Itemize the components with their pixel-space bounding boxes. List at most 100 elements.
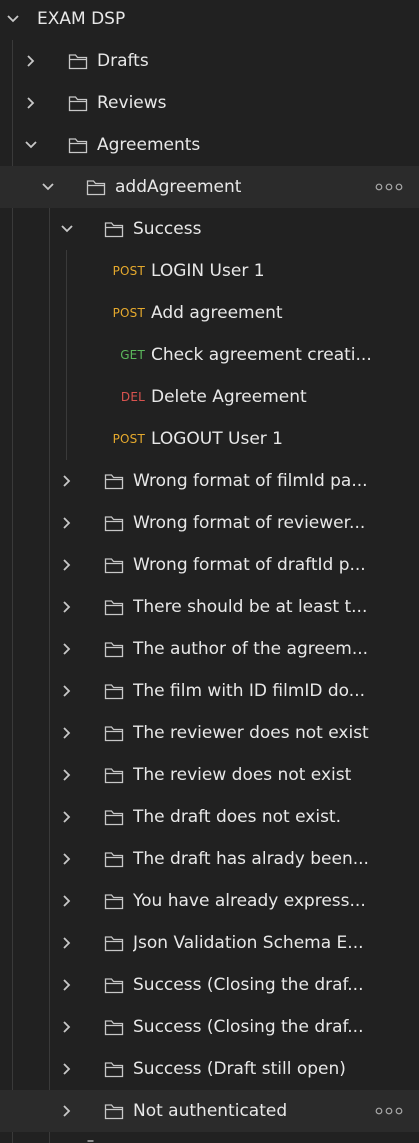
folder-icon bbox=[104, 600, 124, 616]
folder-label: Wrong format of draftId p... bbox=[133, 555, 366, 575]
chevron-down-icon[interactable] bbox=[3, 9, 23, 29]
folder-label: Success bbox=[133, 219, 202, 239]
folder-drafts[interactable]: Drafts bbox=[0, 40, 419, 82]
folder-label: Wrong format of filmId pa... bbox=[133, 471, 368, 491]
chevron-down-icon[interactable] bbox=[38, 177, 58, 197]
request-delete-agreement[interactable]: DEL Delete Agreement bbox=[0, 376, 419, 418]
chevron-right-icon[interactable] bbox=[57, 975, 77, 995]
chevron-right-icon[interactable] bbox=[57, 597, 77, 617]
collection-header[interactable]: EXAM DSP bbox=[0, 0, 419, 42]
folder-icon bbox=[104, 684, 124, 700]
chevron-right-icon[interactable] bbox=[57, 513, 77, 533]
folder-label: There should be at least t... bbox=[133, 597, 368, 617]
chevron-right-icon[interactable] bbox=[21, 51, 41, 71]
folder-icon bbox=[104, 768, 124, 784]
folder-label: You have already express... bbox=[133, 891, 366, 911]
collection-name: EXAM DSP bbox=[37, 9, 126, 29]
folder-subfolder[interactable]: The draft does not exist. bbox=[0, 796, 419, 838]
chevron-right-icon[interactable] bbox=[57, 765, 77, 785]
chevron-right-icon[interactable] bbox=[57, 1059, 77, 1079]
method-post-badge: POST bbox=[112, 306, 145, 320]
folder-success[interactable]: Success bbox=[0, 208, 419, 250]
method-post-badge: POST bbox=[112, 264, 145, 278]
request-label: Check agreement creati... bbox=[151, 345, 372, 365]
folder-subfolder[interactable]: Wrong format of draftId p... bbox=[0, 544, 419, 586]
request-check-agreement[interactable]: GET Check agreement creati... bbox=[0, 334, 419, 376]
folder-label: The film with ID filmID do... bbox=[133, 681, 365, 701]
folder-label: Success (Draft still open) bbox=[133, 1059, 346, 1079]
collection-tree: EXAM DSP Drafts Reviews Agreements addAg… bbox=[0, 0, 419, 1143]
folder-subfolder[interactable]: The reviewer does not exist bbox=[0, 712, 419, 754]
request-login-user-1[interactable]: POST LOGIN User 1 bbox=[0, 250, 419, 292]
folder-subfolder[interactable]: You have already express... bbox=[0, 880, 419, 922]
folder-subfolder[interactable]: Success (Draft still open) bbox=[0, 1048, 419, 1090]
folder-add-agreement[interactable]: addAgreement bbox=[0, 166, 419, 208]
folder-icon bbox=[104, 1020, 124, 1036]
folder-label: Agreements bbox=[97, 135, 201, 155]
folder-label: Wrong format of reviewer... bbox=[133, 513, 366, 533]
chevron-down-icon[interactable] bbox=[21, 135, 41, 155]
folder-label: Not authenticated bbox=[133, 1101, 288, 1121]
folder-icon bbox=[104, 894, 124, 910]
folder-label: Reviews bbox=[97, 93, 167, 113]
folder-icon bbox=[104, 222, 124, 238]
folder-subfolder[interactable]: Success (Closing the draf... bbox=[0, 1006, 419, 1048]
more-options-icon[interactable] bbox=[375, 180, 403, 194]
folder-subfolder[interactable]: There should be at least t... bbox=[0, 586, 419, 628]
method-del-badge: DEL bbox=[120, 390, 145, 404]
request-label: Delete Agreement bbox=[151, 387, 307, 407]
folder-subfolder[interactable]: Success (Closing the draf... bbox=[0, 964, 419, 1006]
chevron-right-icon[interactable] bbox=[57, 555, 77, 575]
request-logout-user-1[interactable]: POST LOGOUT User 1 bbox=[0, 418, 419, 460]
folder-subfolder[interactable]: The film with ID filmID do... bbox=[0, 670, 419, 712]
folder-label: Drafts bbox=[97, 51, 149, 71]
folder-label: The draft has alrady been... bbox=[133, 849, 369, 869]
folder-icon bbox=[68, 96, 88, 112]
folder-icon bbox=[68, 138, 88, 154]
method-get-badge: GET bbox=[120, 348, 145, 362]
chevron-right-icon[interactable] bbox=[21, 93, 41, 113]
folder-label: The author of the agreem... bbox=[133, 639, 369, 659]
chevron-right-icon[interactable] bbox=[57, 723, 77, 743]
method-post-badge: POST bbox=[112, 432, 145, 446]
chevron-down-icon[interactable] bbox=[57, 219, 77, 239]
request-label: Add agreement bbox=[151, 303, 283, 323]
folder-label: Json Validation Schema E... bbox=[133, 933, 364, 953]
request-label: LOGIN User 1 bbox=[151, 261, 265, 281]
folder-agreements[interactable]: Agreements bbox=[0, 124, 419, 166]
folder-icon bbox=[104, 1062, 124, 1078]
folder-icon bbox=[104, 558, 124, 574]
folder-icon bbox=[87, 1140, 94, 1142]
chevron-right-icon[interactable] bbox=[57, 1017, 77, 1037]
folder-icon bbox=[68, 54, 88, 70]
folder-icon bbox=[104, 474, 124, 490]
folder-icon bbox=[104, 1104, 124, 1120]
chevron-right-icon[interactable] bbox=[57, 1101, 77, 1121]
folder-subfolder[interactable]: The draft has alrady been... bbox=[0, 838, 419, 880]
folder-reviews[interactable]: Reviews bbox=[0, 82, 419, 124]
chevron-right-icon[interactable] bbox=[57, 891, 77, 911]
folder-icon bbox=[86, 180, 106, 196]
folder-subfolder[interactable]: Json Validation Schema E... bbox=[0, 922, 419, 964]
folder-subfolder[interactable]: Wrong format of reviewer... bbox=[0, 502, 419, 544]
folder-label: Success (Closing the draf... bbox=[133, 1017, 364, 1037]
folder-subfolder[interactable]: The review does not exist bbox=[0, 754, 419, 796]
folder-not-authenticated[interactable]: Not authenticated bbox=[0, 1090, 419, 1132]
folder-subfolder[interactable]: The author of the agreem... bbox=[0, 628, 419, 670]
chevron-right-icon[interactable] bbox=[57, 639, 77, 659]
folder-icon bbox=[104, 852, 124, 868]
chevron-right-icon[interactable] bbox=[57, 807, 77, 827]
request-label: LOGOUT User 1 bbox=[151, 429, 283, 449]
folder-label: Success (Closing the draf... bbox=[133, 975, 364, 995]
more-options-icon[interactable] bbox=[375, 1104, 403, 1118]
folder-subfolder[interactable]: Wrong format of filmId pa... bbox=[0, 460, 419, 502]
folder-label: The draft does not exist. bbox=[133, 807, 342, 827]
request-add-agreement[interactable]: POST Add agreement bbox=[0, 292, 419, 334]
chevron-right-icon[interactable] bbox=[57, 681, 77, 701]
folder-label: The review does not exist bbox=[133, 765, 352, 785]
folder-icon bbox=[104, 726, 124, 742]
folder-icon bbox=[104, 978, 124, 994]
chevron-right-icon[interactable] bbox=[57, 849, 77, 869]
chevron-right-icon[interactable] bbox=[57, 471, 77, 491]
chevron-right-icon[interactable] bbox=[57, 933, 77, 953]
